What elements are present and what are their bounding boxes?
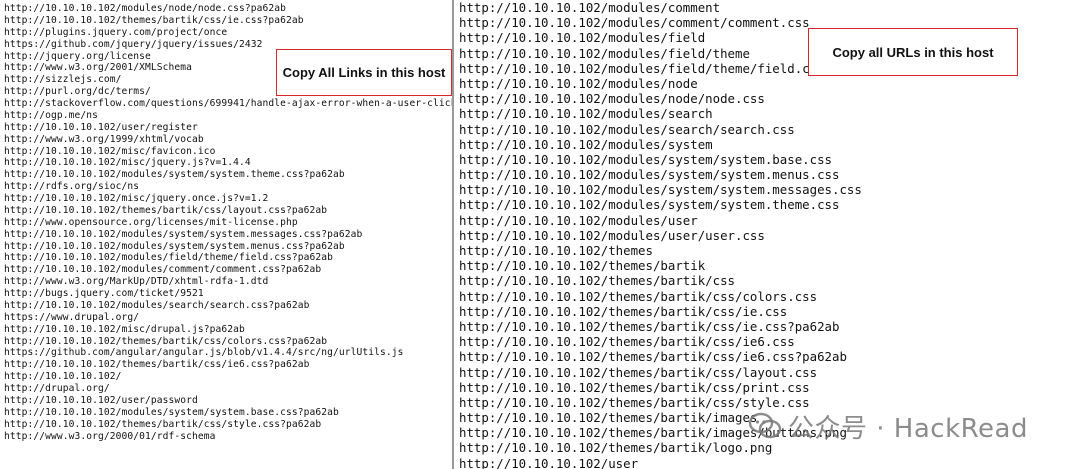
link-line[interactable]: https://github.com/angular/angular.js/bl…	[4, 347, 452, 359]
link-line[interactable]: http://10.10.10.102/misc/favicon.ico	[4, 146, 452, 158]
url-line[interactable]: http://10.10.10.102/user	[459, 456, 862, 469]
url-line[interactable]: http://10.10.10.102/modules/search	[459, 106, 862, 121]
url-line[interactable]: http://10.10.10.102/modules/system/syste…	[459, 152, 862, 167]
url-line[interactable]: http://10.10.10.102/modules/user/user.cs…	[459, 228, 862, 243]
link-line[interactable]: http://10.10.10.102/misc/drupal.js?pa62a…	[4, 324, 452, 336]
url-line[interactable]: http://10.10.10.102/themes/bartik/css/ie…	[459, 334, 862, 349]
link-line[interactable]: http://10.10.10.102/modules/system/syste…	[4, 169, 452, 181]
url-line[interactable]: http://10.10.10.102/modules/system/syste…	[459, 197, 862, 212]
link-line[interactable]: http://www.w3.org/1999/xhtml/vocab	[4, 134, 452, 146]
link-line[interactable]: http://ogp.me/ns	[4, 110, 452, 122]
link-line[interactable]: http://10.10.10.102/modules/comment/comm…	[4, 264, 452, 276]
link-line[interactable]: http://10.10.10.102/themes/bartik/css/ie…	[4, 15, 452, 27]
url-line[interactable]: http://10.10.10.102/modules/system/syste…	[459, 167, 862, 182]
link-line[interactable]: http://10.10.10.102/themes/bartik/css/co…	[4, 336, 452, 348]
url-line[interactable]: http://10.10.10.102/themes/bartik/css/ie…	[459, 319, 862, 334]
link-line[interactable]: http://10.10.10.102/user/register	[4, 122, 452, 134]
url-line[interactable]: http://10.10.10.102/themes/bartik/css/la…	[459, 365, 862, 380]
link-line[interactable]: http://10.10.10.102/modules/node/node.cs…	[4, 3, 452, 15]
url-line[interactable]: http://10.10.10.102/modules/system	[459, 137, 862, 152]
url-line[interactable]: http://10.10.10.102/modules/comment/comm…	[459, 15, 862, 30]
link-line[interactable]: http://10.10.10.102/misc/jquery.once.js?…	[4, 193, 452, 205]
link-line[interactable]: http://10.10.10.102/misc/jquery.js?v=1.4…	[4, 157, 452, 169]
url-line[interactable]: http://10.10.10.102/modules/user	[459, 213, 862, 228]
url-line[interactable]: http://10.10.10.102/themes/bartik	[459, 258, 862, 273]
link-line[interactable]: http://www.opensource.org/licenses/mit-l…	[4, 217, 452, 229]
link-line[interactable]: http://www.w3.org/2000/01/rdf-schema	[4, 431, 452, 443]
url-line[interactable]: http://10.10.10.102/modules/field	[459, 30, 862, 45]
link-line[interactable]: http://10.10.10.102/themes/bartik/css/st…	[4, 419, 452, 431]
link-line[interactable]: http://10.10.10.102/modules/field/theme/…	[4, 252, 452, 264]
url-line[interactable]: http://10.10.10.102/modules/node/node.cs…	[459, 91, 862, 106]
url-line[interactable]: http://10.10.10.102/modules/search/searc…	[459, 122, 862, 137]
url-line[interactable]: http://10.10.10.102/themes	[459, 243, 862, 258]
watermark-text: 公众号 · HackRead	[788, 413, 1028, 444]
url-line[interactable]: http://10.10.10.102/themes/bartik/css/pr…	[459, 380, 862, 395]
url-line[interactable]: http://10.10.10.102/modules/node	[459, 76, 862, 91]
url-line[interactable]: http://10.10.10.102/modules/system/syste…	[459, 182, 862, 197]
url-line[interactable]: http://10.10.10.102/themes/bartik/css	[459, 273, 862, 288]
url-line[interactable]: http://10.10.10.102/themes/bartik/css/co…	[459, 289, 862, 304]
callout-copy-all-urls: Copy all URLs in this host	[808, 28, 1018, 76]
wechat-official-account-icon	[748, 412, 782, 439]
link-line[interactable]: http://10.10.10.102/	[4, 371, 452, 383]
link-line[interactable]: http://10.10.10.102/themes/bartik/css/ie…	[4, 359, 452, 371]
link-line[interactable]: http://www.w3.org/MarkUp/DTD/xhtml-rdfa-…	[4, 276, 452, 288]
url-line[interactable]: http://10.10.10.102/modules/comment	[459, 0, 862, 15]
url-line[interactable]: http://10.10.10.102/modules/field/theme/…	[459, 61, 862, 76]
link-line[interactable]: http://10.10.10.102/modules/search/searc…	[4, 300, 452, 312]
link-line[interactable]: http://10.10.10.102/modules/system/syste…	[4, 229, 452, 241]
link-line[interactable]: http://10.10.10.102/modules/system/syste…	[4, 241, 452, 253]
link-line[interactable]: https://www.drupal.org/	[4, 312, 452, 324]
callout-copy-all-links: Copy All Links in this host	[276, 49, 452, 96]
link-line[interactable]: http://drupal.org/	[4, 383, 452, 395]
right-urls-list: http://10.10.10.102/modules/comment http:…	[459, 0, 862, 469]
url-line[interactable]: http://10.10.10.102/themes/bartik/css/ie…	[459, 304, 862, 319]
link-line[interactable]: http://bugs.jquery.com/ticket/9521	[4, 288, 452, 300]
link-line[interactable]: http://10.10.10.102/themes/bartik/css/la…	[4, 205, 452, 217]
link-line[interactable]: http://stackoverflow.com/questions/69994…	[4, 98, 452, 110]
link-line[interactable]: http://10.10.10.102/modules/system/syste…	[4, 407, 452, 419]
link-line[interactable]: http://rdfs.org/sioc/ns	[4, 181, 452, 193]
url-line[interactable]: http://10.10.10.102/modules/field/theme	[459, 46, 862, 61]
watermark: 公众号 · HackRead	[748, 406, 1028, 446]
link-line[interactable]: http://plugins.jquery.com/project/once	[4, 27, 452, 39]
link-line[interactable]: http://10.10.10.102/user/password	[4, 395, 452, 407]
url-line[interactable]: http://10.10.10.102/themes/bartik/css/ie…	[459, 349, 862, 364]
